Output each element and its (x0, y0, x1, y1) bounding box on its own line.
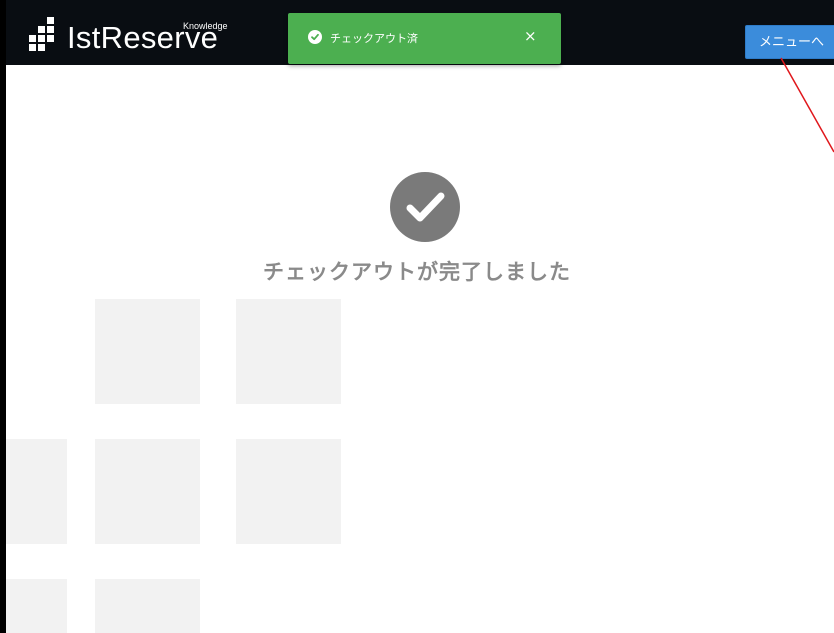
toast-message: チェックアウト済 (330, 32, 418, 45)
background-tile (236, 439, 341, 544)
background-tile (6, 439, 67, 544)
background-tile (6, 579, 67, 633)
close-icon[interactable]: × (524, 27, 537, 45)
background-tile (95, 439, 200, 544)
background-tile (236, 299, 341, 404)
logo-subtitle: Knowledge (183, 21, 228, 31)
completion-message: チェックアウトが完了しました (263, 260, 571, 284)
logo-grid-icon (29, 17, 57, 51)
check-circle-icon (390, 172, 460, 242)
success-toast: チェックアウト済 × (288, 13, 561, 64)
check-circle-icon (308, 30, 322, 44)
background-tile (95, 579, 200, 633)
menu-button[interactable]: メニューへ (745, 25, 834, 59)
background-tile (95, 299, 200, 404)
app-logo[interactable]: IstReserve Knowledge (29, 14, 259, 56)
